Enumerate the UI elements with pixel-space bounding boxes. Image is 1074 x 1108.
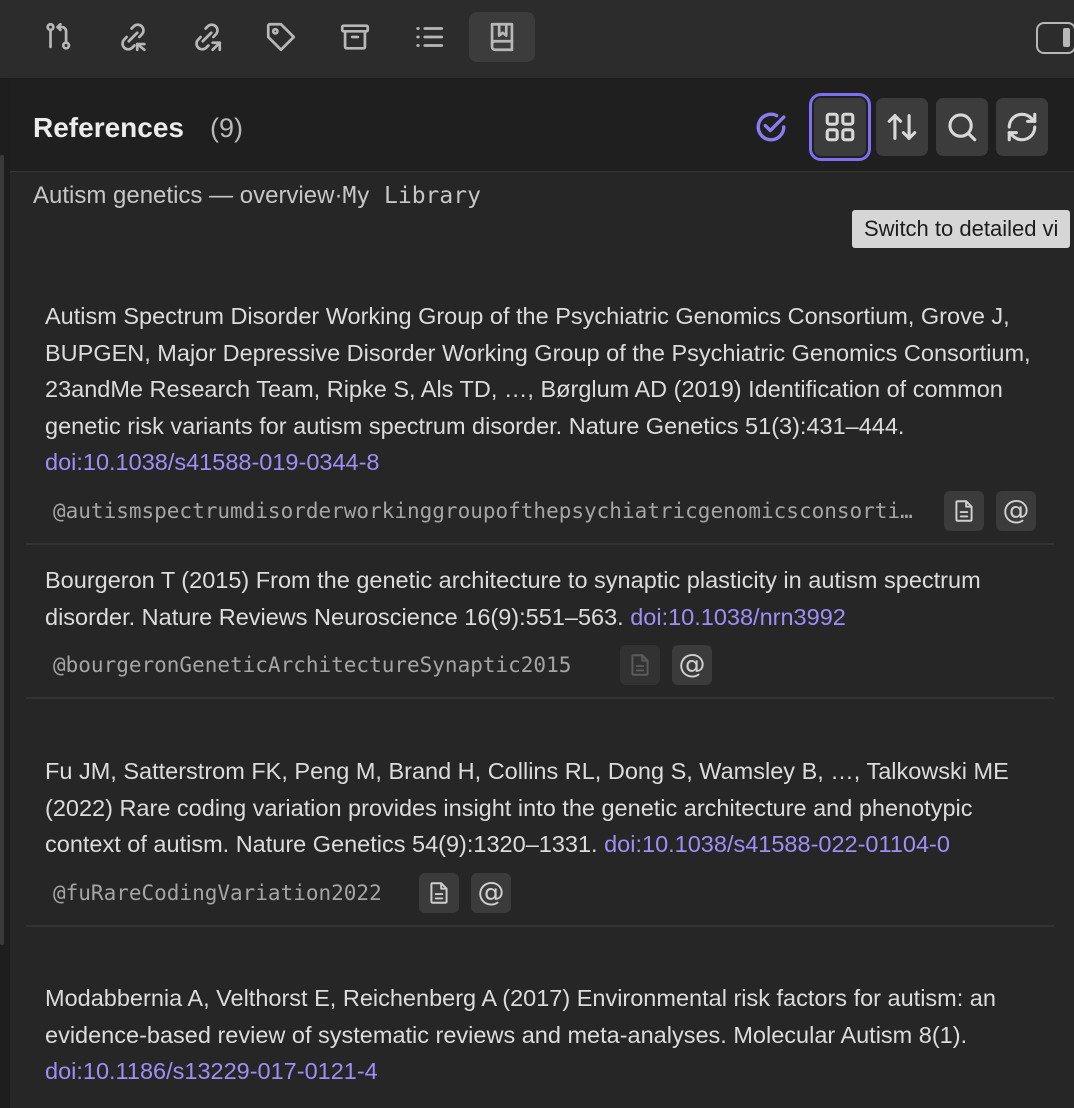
- doi-link[interactable]: doi:10.1038/nrn3992: [630, 604, 846, 630]
- citekey[interactable]: @bourgeronGeneticArchitectureSynaptic201…: [53, 653, 571, 677]
- search-icon: [948, 113, 977, 142]
- file-text-icon: [430, 881, 448, 904]
- outline-button[interactable]: [396, 12, 462, 62]
- tooltip: Switch to detailed vi: [852, 210, 1071, 248]
- reference-item: Autism Spectrum Disorder Working Group o…: [26, 298, 1054, 545]
- reference-item: Modabbernia A, Velthorst E, Reichenberg …: [26, 980, 1054, 1090]
- search-button[interactable]: [936, 98, 988, 156]
- incoming-links-button[interactable]: [100, 12, 166, 62]
- reference-text: Fu JM, Satterstrom FK, Peng M, Brand H, …: [45, 758, 1009, 857]
- citekey[interactable]: @autismspectrumdisorderworkinggroupofthe…: [53, 499, 923, 523]
- copy-citekey-button[interactable]: @: [672, 645, 712, 685]
- bookmark-book-icon: [490, 22, 514, 52]
- library-name: My Library: [342, 183, 481, 209]
- at-sign-icon: @: [678, 649, 706, 680]
- file-text-icon: [631, 654, 649, 676]
- sidebar-toggle-icon[interactable]: [1036, 22, 1074, 54]
- panel-header: References (9): [10, 78, 1074, 172]
- open-note-button[interactable]: [419, 872, 459, 913]
- doi-link[interactable]: doi:10.1038/s41588-019-0344-8: [45, 449, 380, 475]
- sort-button[interactable]: [876, 98, 928, 156]
- git-compare-icon: [46, 22, 71, 50]
- tags-button[interactable]: [248, 12, 314, 62]
- reference-text: Autism Spectrum Disorder Working Group o…: [45, 303, 1031, 475]
- reference-item: Fu JM, Satterstrom FK, Peng M, Brand H, …: [26, 753, 1054, 927]
- outgoing-links-button[interactable]: [174, 12, 240, 62]
- reference-text: Bourgeron T (2015) From the genetic arch…: [45, 567, 981, 630]
- git-compare-button[interactable]: [26, 12, 92, 62]
- doi-link[interactable]: doi:10.1186/s13229-017-0121-4: [45, 1058, 378, 1084]
- file-text-icon: [955, 499, 973, 522]
- sort-icon: [887, 114, 917, 140]
- reference-item: Bourgeron T (2015) From the genetic arch…: [26, 562, 1054, 699]
- copy-citekey-button[interactable]: @: [471, 872, 511, 913]
- archive-button[interactable]: [322, 12, 388, 62]
- reference-text: Modabbernia A, Velthorst E, Reichenberg …: [45, 985, 996, 1084]
- refresh-button[interactable]: [996, 98, 1048, 156]
- references-panel: References (9) Autism genetics — overvie…: [10, 78, 1074, 1108]
- archive-icon: [340, 24, 370, 50]
- source-line: Autism genetics — overview·My Library: [33, 182, 481, 210]
- note-name: Autism genetics — overview: [33, 182, 335, 209]
- citekey[interactable]: @fuRareCodingVariation2022: [53, 881, 382, 905]
- open-note-button[interactable]: [620, 645, 660, 685]
- list-icon: [416, 27, 444, 47]
- reference-footer: @autismspectrumdisorderworkinggroupofthe…: [26, 490, 1054, 543]
- reference-footer: @bourgeronGeneticArchitectureSynaptic201…: [26, 645, 1054, 697]
- at-sign-icon: @: [477, 876, 505, 908]
- open-note-button[interactable]: [944, 490, 984, 531]
- page-title: References: [33, 112, 184, 143]
- grid-view-icon: [825, 112, 855, 142]
- top-ribbon: [0, 0, 1074, 78]
- link-incoming-icon: [121, 23, 146, 52]
- references-view-button[interactable]: [469, 12, 535, 62]
- doi-link[interactable]: doi:10.1038/s41588-022-01104-0: [604, 831, 950, 857]
- tag-icon: [266, 22, 296, 52]
- refresh-icon: [1007, 112, 1037, 142]
- link-outgoing-icon: [195, 23, 222, 52]
- copy-citekey-button[interactable]: @: [996, 490, 1036, 531]
- scroll-indicator[interactable]: [0, 155, 4, 945]
- reference-footer: @fuRareCodingVariation2022 @: [26, 872, 1054, 925]
- at-sign-icon: @: [1002, 494, 1030, 526]
- reference-count: (9): [210, 113, 243, 143]
- check-circle-icon[interactable]: [754, 110, 788, 144]
- view-toggle-button[interactable]: [809, 93, 871, 161]
